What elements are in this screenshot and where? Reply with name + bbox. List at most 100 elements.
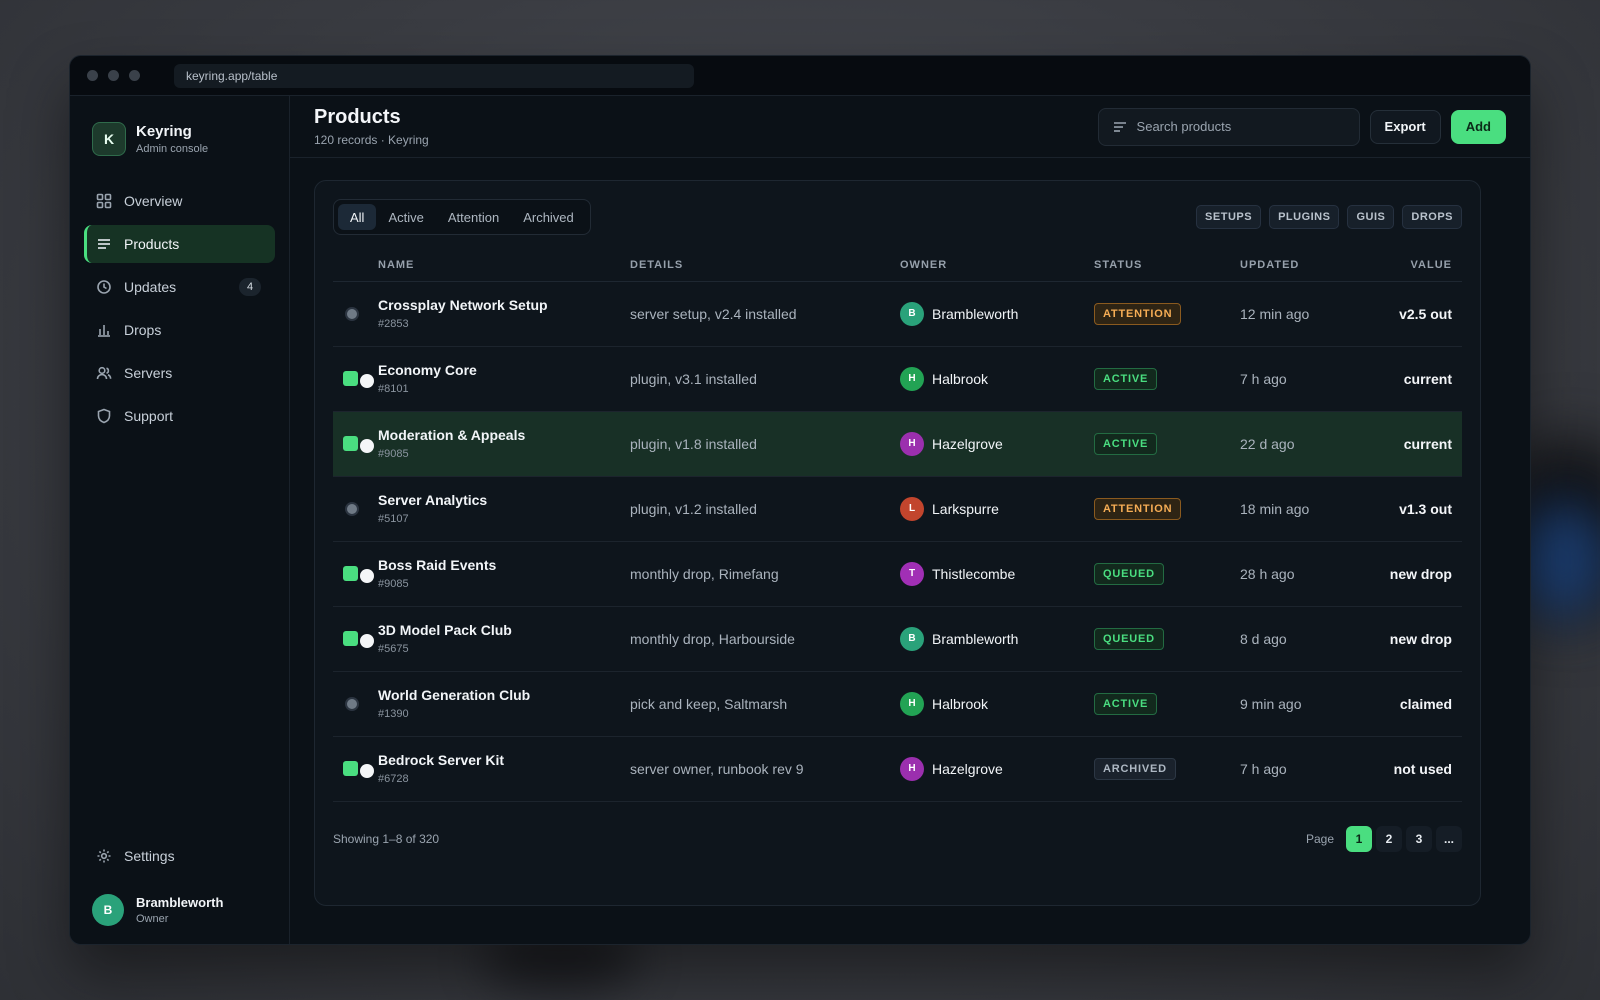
row-select-radio[interactable] <box>343 304 377 324</box>
table-row[interactable]: Boss Raid Events #9085 monthly drop, Rimef… <box>333 541 1462 607</box>
table-header-row: NAME DETAILS OWNER STATUS UPDATED VALUE <box>333 249 1462 282</box>
chip-guis[interactable]: GUIS <box>1347 205 1395 229</box>
details-cell: plugin, v1.8 installed <box>630 411 900 477</box>
product-name[interactable]: Crossplay Network Setup <box>378 297 630 313</box>
table-row[interactable]: World Generation Club #1390 pick and keep,… <box>333 671 1462 737</box>
export-button[interactable]: Export <box>1369 109 1441 144</box>
sidebar-item-support[interactable]: Support <box>84 397 275 435</box>
sidebar-item-drops[interactable]: Drops <box>84 311 275 349</box>
checkbox-checked <box>343 370 358 386</box>
grid-icon <box>96 193 112 209</box>
row-toggle[interactable] <box>343 369 377 389</box>
brand: K Keyring Admin console <box>84 122 275 156</box>
window-maximize-dot[interactable] <box>129 70 140 81</box>
sidebar-item-overview[interactable]: Overview <box>84 182 275 220</box>
sidebar-item-updates[interactable]: Updates 4 <box>84 268 275 306</box>
current-user[interactable]: B Brambleworth Owner <box>84 880 275 944</box>
table-row[interactable]: 3D Model Pack Club #5675 monthly drop, Har… <box>333 606 1462 672</box>
shield-icon <box>96 408 112 424</box>
checkbox-checked <box>343 435 358 451</box>
window-minimize-dot[interactable] <box>108 70 119 81</box>
avatar: T <box>900 561 924 586</box>
column-header-details[interactable]: DETAILS <box>630 249 900 282</box>
column-header-value[interactable]: VALUE <box>1380 249 1462 282</box>
column-header-updated[interactable]: UPDATED <box>1240 249 1380 282</box>
column-header-status[interactable]: STATUS <box>1094 249 1240 282</box>
value-cell: claimed <box>1380 671 1462 737</box>
row-toggle[interactable] <box>343 564 377 584</box>
owner-cell: H Hazelgrove <box>900 736 1094 802</box>
sidebar: K Keyring Admin console Overview Product… <box>70 96 290 944</box>
sidebar-nav: Overview Products Updates 4 Drops Server… <box>84 182 275 435</box>
search-input[interactable]: Search products <box>1097 107 1360 146</box>
product-name[interactable]: Economy Core <box>378 362 630 378</box>
category-chips: SETUPS PLUGINS GUIS DROPS <box>1188 205 1462 229</box>
list-icon <box>96 236 112 252</box>
avatar: H <box>900 431 924 456</box>
tab-attention[interactable]: Attention <box>436 204 511 230</box>
product-id: #1390 <box>378 708 409 720</box>
row-select-radio[interactable] <box>343 499 377 519</box>
value-cell: v2.5 out <box>1380 281 1462 347</box>
page-button-more[interactable]: ... <box>1436 825 1462 852</box>
table-row[interactable]: Server Analytics #5107 plugin, v1.2 instal… <box>333 476 1462 542</box>
avatar: B <box>900 301 924 326</box>
updated-cell: 7 h ago <box>1240 736 1380 802</box>
row-select-cell <box>333 476 378 542</box>
chip-setups[interactable]: SETUPS <box>1196 205 1262 229</box>
users-icon <box>96 365 112 381</box>
column-header-owner[interactable]: OWNER <box>900 249 1094 282</box>
product-name[interactable]: 3D Model Pack Club <box>378 622 630 638</box>
sidebar-item-label: Support <box>124 408 174 424</box>
tab-all[interactable]: All <box>338 204 377 230</box>
chip-drops[interactable]: DROPS <box>1402 205 1462 229</box>
product-name[interactable]: Moderation & Appeals <box>378 427 630 443</box>
column-header-name[interactable]: NAME <box>378 249 630 282</box>
product-name[interactable]: Server Analytics <box>378 492 630 508</box>
tab-active[interactable]: Active <box>376 204 435 230</box>
details-cell: server owner, runbook rev 9 <box>630 736 900 802</box>
chip-plugins[interactable]: PLUGINS <box>1269 205 1340 229</box>
sidebar-item-label: Servers <box>124 365 173 381</box>
page-button-2[interactable]: 2 <box>1376 825 1402 852</box>
product-name[interactable]: Boss Raid Events <box>378 557 630 573</box>
tab-archived[interactable]: Archived <box>511 204 586 230</box>
table-row[interactable]: Economy Core #8101 plugin, v3.1 installed H… <box>333 346 1462 412</box>
updated-cell: 7 h ago <box>1240 346 1380 412</box>
status-badge: ATTENTION <box>1094 497 1182 520</box>
table-row[interactable]: Bedrock Server Kit #6728 server owner, run… <box>333 736 1462 802</box>
add-button[interactable]: Add <box>1450 109 1506 144</box>
product-name[interactable]: World Generation Club <box>378 687 630 703</box>
product-name[interactable]: Bedrock Server Kit <box>378 752 630 768</box>
row-toggle[interactable] <box>343 434 377 454</box>
url-bar[interactable]: keyring.app/table <box>174 63 694 88</box>
status-cell: QUEUED <box>1094 541 1240 607</box>
owner-name: Thistlecombe <box>932 565 1016 582</box>
avatar: B <box>92 894 124 926</box>
row-select-radio[interactable] <box>343 694 377 714</box>
page-button-1[interactable]: 1 <box>1346 825 1372 852</box>
column-header-select <box>333 249 378 282</box>
product-id: #6728 <box>378 773 409 785</box>
details-cell: plugin, v3.1 installed <box>630 346 900 412</box>
toggle-knob <box>360 373 374 388</box>
value-text: new drop <box>1389 565 1452 582</box>
owner-name: Larkspurre <box>932 500 999 517</box>
owner-name: Brambleworth <box>932 630 1019 647</box>
checkbox-checked <box>343 630 358 646</box>
table-row[interactable]: Moderation & Appeals #9085 plugin, v1.8 in… <box>333 411 1462 477</box>
sidebar-item-servers[interactable]: Servers <box>84 354 275 392</box>
product-id: #5107 <box>378 513 409 525</box>
row-toggle[interactable] <box>343 629 377 649</box>
user-name: Brambleworth <box>136 895 224 910</box>
checkbox-checked <box>343 760 358 776</box>
sidebar-item-products[interactable]: Products <box>84 225 275 263</box>
updated-cell: 18 min ago <box>1240 476 1380 542</box>
page-button-3[interactable]: 3 <box>1406 825 1432 852</box>
window-titlebar: keyring.app/table <box>70 56 1530 96</box>
window-close-dot[interactable] <box>87 70 98 81</box>
row-toggle[interactable] <box>343 759 377 779</box>
table-row[interactable]: Crossplay Network Setup #2853 server setup… <box>333 281 1462 347</box>
sidebar-item-settings[interactable]: Settings <box>84 837 275 875</box>
name-cell: Moderation & Appeals #9085 <box>378 411 630 477</box>
